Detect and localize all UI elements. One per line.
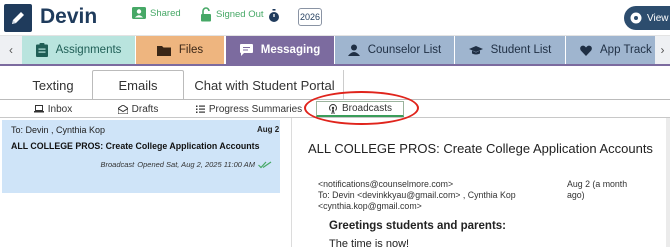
tab-student-list-label: Student List (490, 44, 552, 56)
message-list-item[interactable]: To: Devin , Cynthia Kop Aug 2 ALL COLLEG… (2, 120, 280, 193)
email-greeting: Greetings students and parents: (329, 220, 507, 232)
pane-divider (291, 118, 292, 247)
app-header: Devin Shared Signed Out 2026 View (0, 0, 670, 36)
tab-files[interactable]: Files (136, 36, 224, 64)
message-type: Broadcast (100, 160, 135, 169)
tab-assignments[interactable]: Assignments (22, 36, 135, 64)
stopwatch-icon[interactable] (268, 9, 280, 23)
email-to-continued: <cynthia.kop@gmail.com> (318, 201, 422, 211)
email-subject: ALL COLLEGE PROS: Create College Applica… (308, 141, 653, 156)
envelope-open-icon (117, 104, 128, 114)
subtab-emails[interactable]: Emails (92, 70, 184, 100)
message-subject: ALL COLLEGE PROS: Create College Applica… (11, 141, 260, 151)
signed-out-status[interactable]: Signed Out (200, 7, 264, 22)
tab-bar-underline (0, 64, 670, 66)
view-label: View (647, 12, 669, 24)
folder-progress-summaries[interactable]: Progress Summaries (186, 101, 312, 117)
folder-inbox[interactable]: Inbox (14, 101, 92, 117)
email-to: To: Devin <devinkkyau@gmail.com> , Cynth… (318, 190, 516, 200)
tab-student-list[interactable]: Student List (455, 36, 565, 64)
broadcasts-highlight-annotation (304, 91, 419, 125)
user-icon (347, 44, 360, 56)
message-status: Broadcast Opened Sat, Aug 2, 2025 11:00 … (100, 160, 272, 169)
shared-label: Shared (150, 7, 181, 19)
tab-counselor-list-label: Counselor List (367, 44, 442, 56)
scroll-left-icon[interactable]: ‹ (0, 36, 22, 64)
folder-drafts[interactable]: Drafts (92, 101, 184, 117)
tab-counselor-list[interactable]: Counselor List (335, 36, 454, 64)
main-tab-bar: ‹ Assignments Files Messaging Counselor … (0, 36, 670, 66)
tab-files-label: Files (178, 44, 204, 56)
laptop-icon (33, 105, 44, 113)
unlock-icon (201, 7, 211, 22)
folder-progress-summaries-label: Progress Summaries (208, 103, 303, 115)
person-card-icon (132, 7, 146, 19)
email-body: The time is now! (329, 238, 410, 247)
folder-icon (156, 45, 171, 56)
scroll-right-icon[interactable]: › (655, 36, 670, 64)
chat-icon (239, 44, 253, 56)
class-year-badge[interactable]: 2026 (298, 8, 322, 26)
message-opened-status: Opened Sat, Aug 2, 2025 11:00 AM (137, 160, 255, 169)
eye-icon (630, 12, 642, 24)
message-date: Aug 2 (257, 125, 280, 134)
student-name: Devin (40, 5, 98, 28)
pencil-icon (12, 12, 24, 24)
tab-messaging-label: Messaging (260, 44, 321, 56)
folder-inbox-label: Inbox (47, 103, 73, 115)
shared-status[interactable]: Shared (132, 7, 181, 19)
tab-messaging[interactable]: Messaging (226, 36, 334, 64)
email-from: <notifications@counselmore.com> (318, 179, 454, 189)
tab-assignments-label: Assignments (55, 44, 122, 56)
tab-app-track-label: App Track (600, 44, 652, 56)
graduation-cap-icon (468, 45, 483, 54)
reading-pane-scrollbar[interactable] (666, 118, 670, 247)
edit-student-button[interactable] (4, 4, 32, 32)
list-icon (195, 105, 205, 113)
folder-drafts-label: Drafts (131, 103, 159, 115)
subtab-texting[interactable]: Texting (14, 70, 92, 100)
view-button[interactable]: View (624, 6, 670, 30)
message-recipients: To: Devin , Cynthia Kop (11, 125, 106, 135)
email-date-continued: ago) (567, 190, 585, 200)
email-date: Aug 2 (a month (567, 179, 628, 189)
heart-icon (580, 45, 592, 56)
clipboard-icon (35, 43, 48, 57)
signed-out-label: Signed Out (216, 9, 264, 20)
double-check-icon (258, 161, 272, 168)
